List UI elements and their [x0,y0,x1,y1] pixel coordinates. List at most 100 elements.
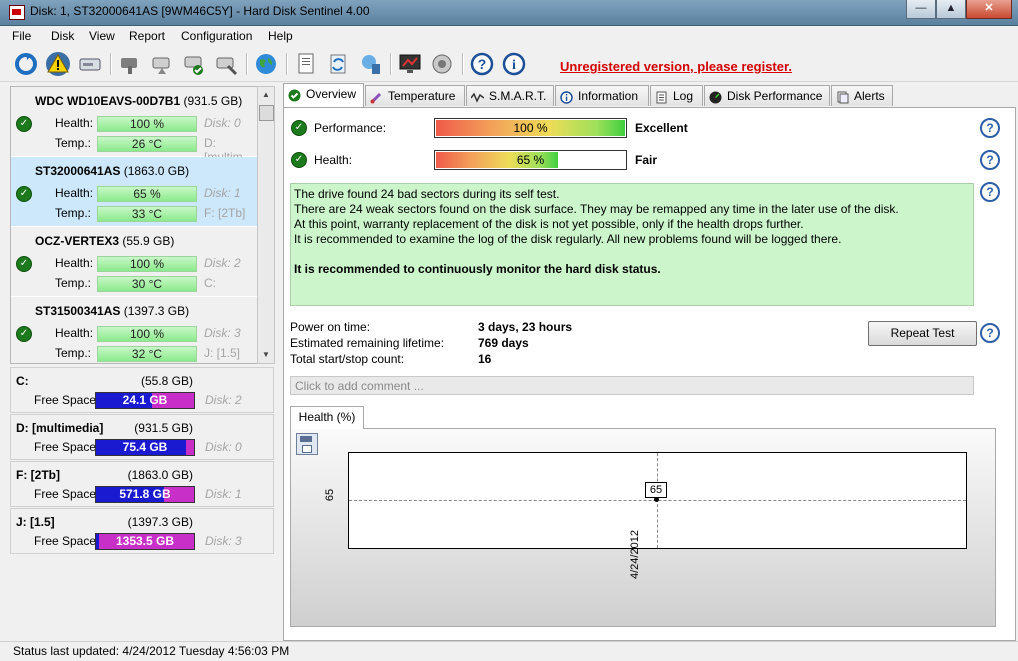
tab-overview[interactable]: Overview [283,83,364,107]
menu-file[interactable]: File [12,29,31,43]
menu-view[interactable]: View [89,29,115,43]
disk-number: Disk: 1 [204,186,241,200]
tab-information[interactable]: Information [555,85,649,106]
help-icon[interactable]: ? [980,150,1000,170]
health-value: 65 % [516,153,545,167]
monitor-icon[interactable] [396,50,424,78]
message-line: At this point, warranty replacement of t… [294,217,804,231]
startstop-value: 16 [478,352,492,366]
disk-tool-icon[interactable] [116,50,144,78]
help-icon[interactable]: ? [468,50,496,78]
volume-name: F: [2Tb] [16,468,60,482]
left-panel: WDC WD10EAVS-00D7B1 (931.5 GB) ✓ Health:… [8,84,275,640]
free-space-label: Free Space [34,393,97,407]
health-chart-frame: 65 65 4/24/2012 [290,428,996,627]
tab-disk-performance[interactable]: Disk Performance [704,85,830,106]
status-ok-icon: ✓ [16,256,32,272]
refresh-icon[interactable] [12,50,40,78]
volume-card[interactable]: F: [2Tb] (1863.0 GB) Free Space 571.8 GB… [10,461,274,507]
warning-icon[interactable] [44,50,72,78]
svg-text:?: ? [478,56,487,72]
tab-label: S.M.A.R.T. [489,89,547,103]
disk-card[interactable]: WDC WD10EAVS-00D7B1 (931.5 GB) ✓ Health:… [11,87,257,164]
title-bar: Disk: 1, ST32000641AS [9WM46C5Y] - Hard … [0,0,1018,26]
window-controls: — ▲ ✕ [906,0,1012,19]
status-text: Status last updated: 4/24/2012 Tuesday 4… [13,644,290,658]
sync-icon[interactable] [324,50,352,78]
help-icon[interactable]: ? [980,182,1000,202]
volume-name: C: [16,374,29,388]
tab-health-chart[interactable]: Health (%) [290,406,364,429]
temp-bar: 32 °C [97,346,197,362]
disk-settings-icon[interactable] [212,50,240,78]
disk-ok-icon[interactable] [180,50,208,78]
tab-smart[interactable]: S.M.A.R.T. [466,85,554,106]
repeat-test-button[interactable]: Repeat Test [868,321,977,346]
menu-report[interactable]: Report [129,29,165,43]
message-recommendation: It is recommended to continuously monito… [294,262,661,276]
tab-alerts[interactable]: Alerts [831,85,893,106]
speaker-icon[interactable] [428,50,456,78]
help-icon[interactable]: ? [980,323,1000,343]
menu-disk[interactable]: Disk [51,29,74,43]
comment-input[interactable]: Click to add comment ... [290,376,974,395]
tab-label: Disk Performance [727,89,823,103]
thermometer-icon [370,90,383,104]
health-bar: 100 % [97,256,197,272]
info-icon[interactable]: i [500,50,528,78]
tab-temperature[interactable]: Temperature [365,85,465,106]
scroll-down-icon[interactable]: ▼ [258,348,274,362]
register-link[interactable]: Unregistered version, please register. [560,59,792,74]
performance-value: 100 % [513,121,548,135]
disk-list-scrollbar[interactable]: ▲ ▼ [257,86,275,364]
free-space-bar: 75.4 GB [95,439,195,456]
volume-name: J: [1.5] [16,515,55,529]
scroll-thumb[interactable] [259,105,274,121]
disk-number: Disk: 2 [204,256,241,270]
toolbar: ? i Unregistered version, please registe… [0,47,1018,82]
close-button[interactable]: ✕ [966,0,1012,19]
temp-label: Temp.: [55,346,92,360]
svg-text:i: i [512,58,516,73]
volume-card[interactable]: C: (55.8 GB) Free Space 24.1 GB Disk: 2 [10,367,274,413]
volume-card[interactable]: D: [multimedia] (931.5 GB) Free Space 75… [10,414,274,460]
disk-card[interactable]: ST31500341AS (1397.3 GB) ✓ Health: 100 %… [11,297,257,363]
drive-letter: F: [2Tb] [204,206,246,220]
message-line: There are 24 weak sectors found on the d… [294,202,899,216]
free-space-bar: 24.1 GB [95,392,195,409]
save-icon[interactable] [296,433,318,455]
tab-log[interactable]: Log [650,85,703,106]
menu-configuration[interactable]: Configuration [181,29,252,43]
power-on-label: Power on time: [290,320,371,334]
disk-card[interactable]: OCZ-VERTEX3 (55.9 GB) ✓ Health: 100 % Di… [11,227,257,297]
volume-card[interactable]: J: [1.5] (1397.3 GB) Free Space 1353.5 G… [10,508,274,554]
disk-title: ST32000641AS (1863.0 GB) [35,164,190,178]
menu-help[interactable]: Help [268,29,293,43]
disk-number: Disk: 3 [204,326,241,340]
maximize-button[interactable]: ▲ [936,0,966,19]
disk-title: OCZ-VERTEX3 (55.9 GB) [35,234,175,248]
temp-bar: 26 °C [97,136,197,152]
volume-disk: Disk: 0 [205,440,242,454]
temp-label: Temp.: [55,276,92,290]
network-icon[interactable] [356,50,384,78]
health-rating: Fair [635,153,658,167]
document-icon [655,90,668,104]
volume-size: (1863.0 GB) [127,468,193,482]
help-icon[interactable]: ? [980,118,1000,138]
volume-disk: Disk: 2 [205,393,242,407]
globe-icon[interactable] [252,50,280,78]
disk-check-icon[interactable] [148,50,176,78]
drive-icon[interactable] [76,50,104,78]
app-icon [9,5,25,20]
health-label: Health: [55,326,94,340]
minimize-button[interactable]: — [906,0,936,19]
status-message-box: The drive found 24 bad sectors during it… [290,183,974,306]
health-bar: 100 % [97,326,197,342]
health-chart-plot: 65 [348,452,967,549]
scroll-up-icon[interactable]: ▲ [258,88,274,102]
tab-label: Information [578,89,639,103]
report-icon[interactable] [292,50,320,78]
health-bar: 65 % [97,186,197,202]
disk-card-selected[interactable]: ST32000641AS (1863.0 GB) ✓ Health: 65 % … [11,157,257,227]
